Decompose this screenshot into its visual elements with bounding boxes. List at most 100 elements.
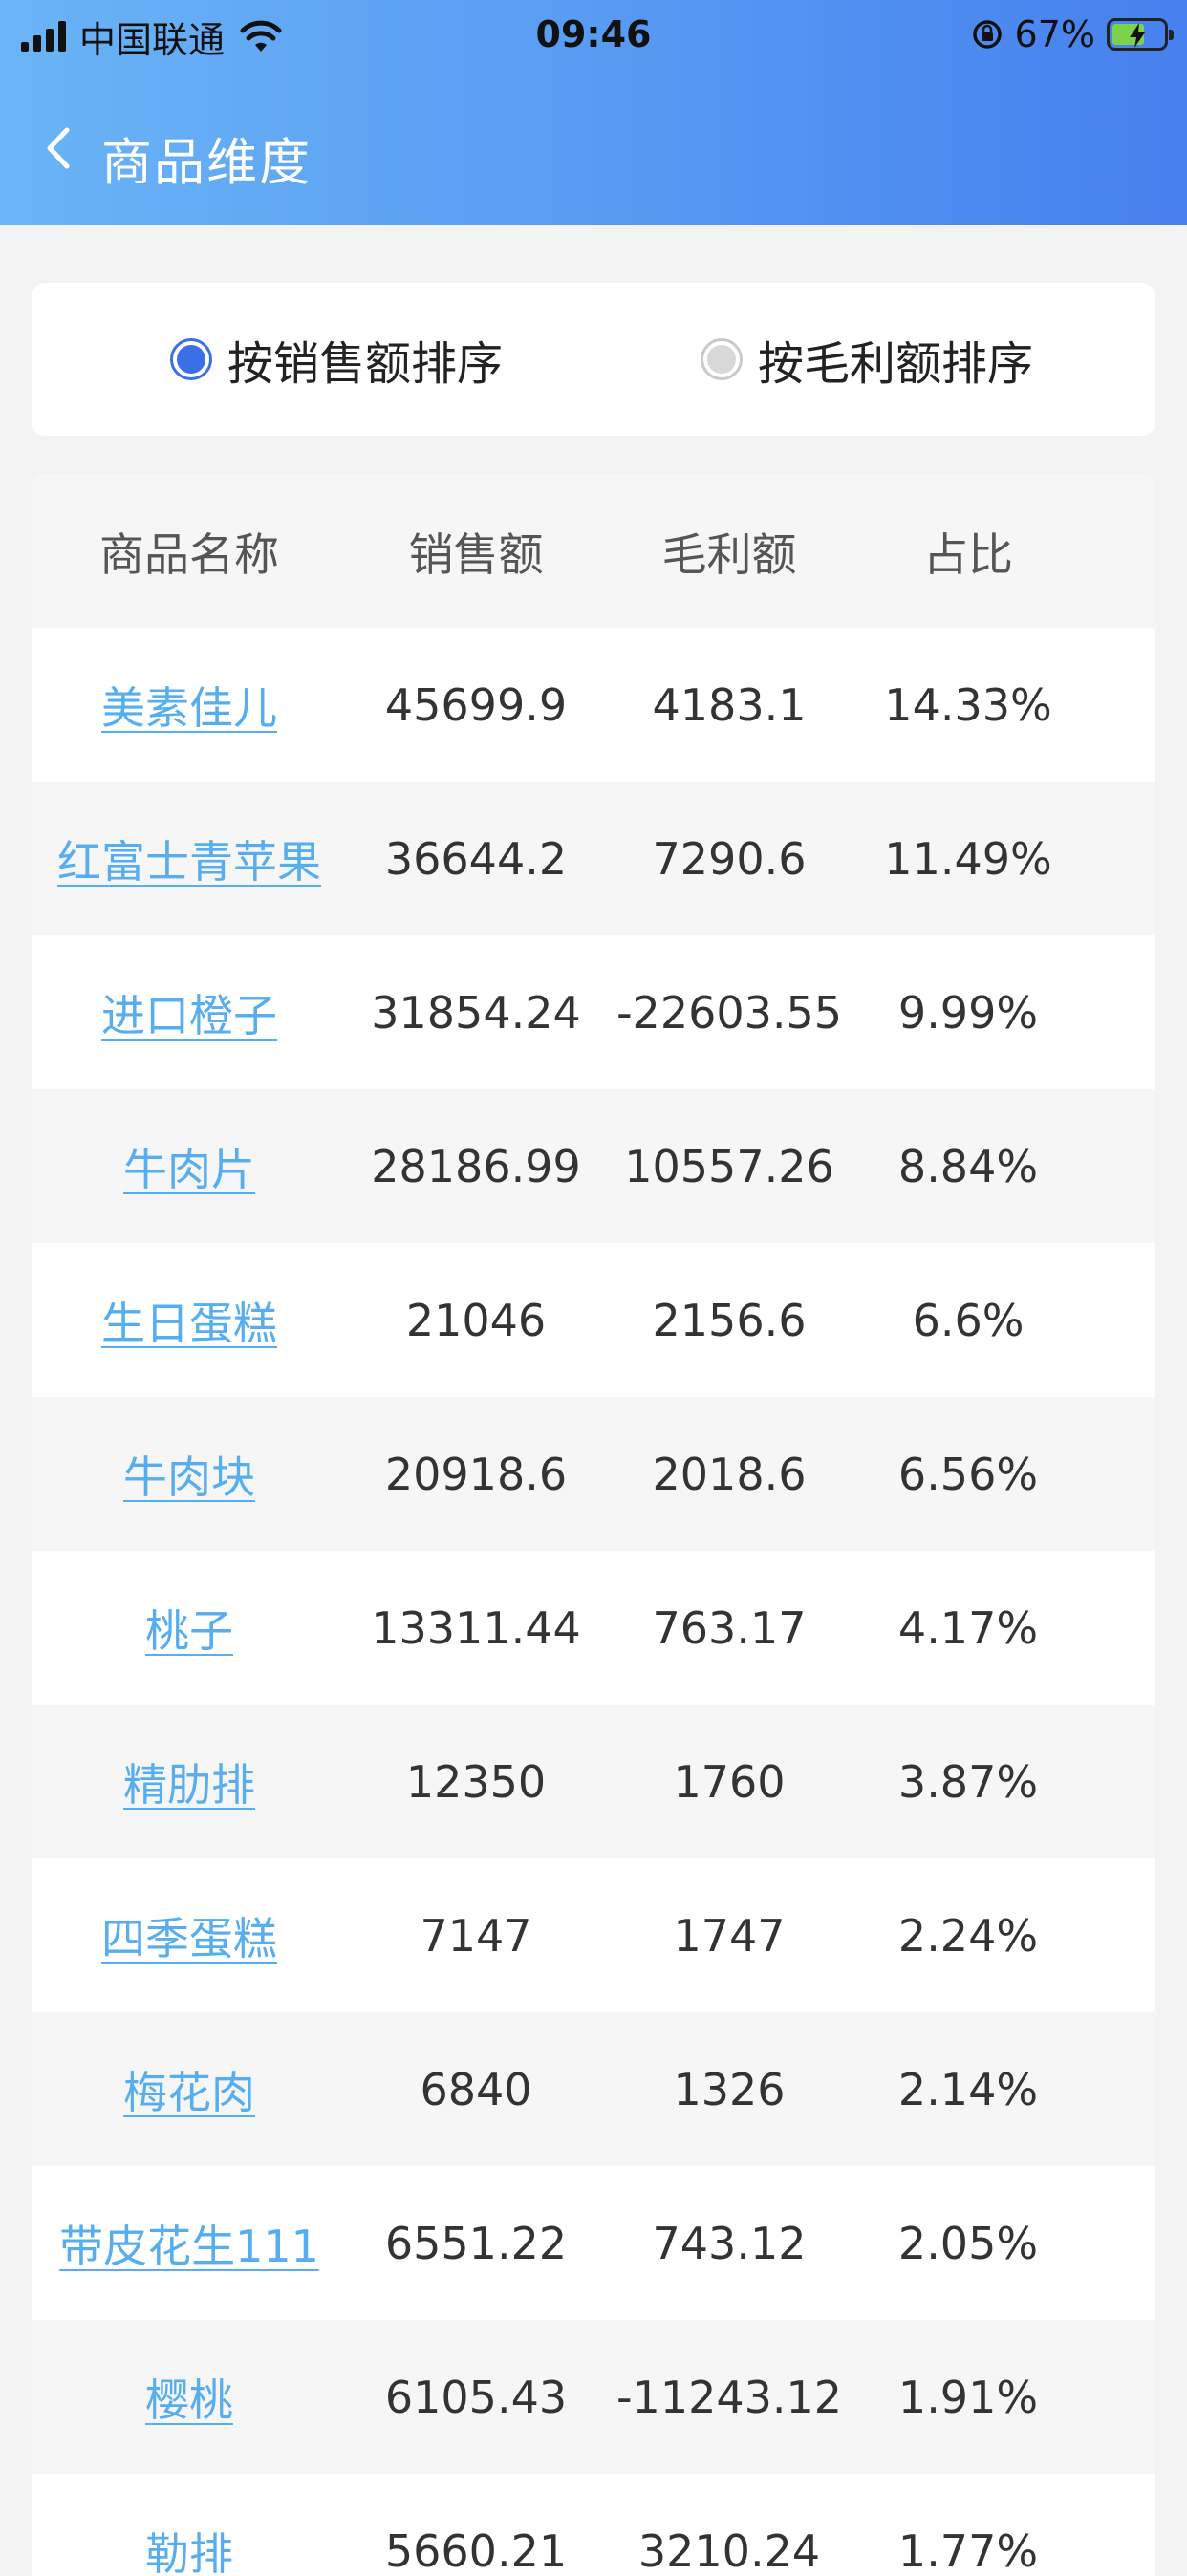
- product-name-link[interactable]: 美素佳儿: [101, 674, 277, 737]
- table-row: 桃子13311.44763.174.17%: [32, 1551, 1155, 1705]
- product-name-cell: 四季蛋糕: [32, 1858, 347, 2012]
- product-name-link[interactable]: 进口橙子: [101, 981, 277, 1044]
- profit-cell: 7290.6: [605, 782, 853, 935]
- battery-icon: [1107, 18, 1168, 51]
- profit-cell: 1326: [605, 2012, 853, 2166]
- profit-value: 1760: [673, 1756, 785, 1808]
- sales-value: 13311.44: [371, 1602, 581, 1654]
- product-name-cell: 桃子: [32, 1551, 347, 1705]
- product-name-link[interactable]: 牛肉片: [123, 1135, 255, 1198]
- sales-cell: 6840: [347, 2012, 605, 2166]
- ratio-value: 1.91%: [898, 2372, 1038, 2423]
- product-name-link[interactable]: 四季蛋糕: [101, 1904, 277, 1967]
- ratio-value: 3.87%: [898, 1756, 1038, 1808]
- sort-by-sales-label: 按销售额排序: [227, 326, 503, 393]
- sales-cell: 20918.6: [347, 1397, 605, 1551]
- product-name-link[interactable]: 红富士青苹果: [57, 827, 321, 891]
- ratio-cell: 1.91%: [853, 2320, 1083, 2474]
- sales-cell: 5660.21: [347, 2474, 605, 2576]
- sales-value: 36644.2: [385, 833, 567, 885]
- profit-value: 2156.6: [653, 1295, 807, 1346]
- sales-value: 21046: [406, 1295, 546, 1346]
- page-title: 商品维度: [101, 122, 312, 195]
- ratio-cell: 1.77%: [853, 2474, 1083, 2576]
- profit-value: 2018.6: [653, 1449, 807, 1500]
- ratio-value: 4.17%: [898, 1602, 1038, 1654]
- product-name-link[interactable]: 梅花肉: [123, 2058, 255, 2121]
- ratio-cell: 2.14%: [853, 2012, 1083, 2166]
- product-name-link[interactable]: 桃子: [145, 1597, 233, 1660]
- product-name-cell: 带皮花生111: [32, 2166, 347, 2320]
- orientation-lock-icon: [971, 18, 1004, 51]
- product-name-cell: 进口橙子: [32, 935, 347, 1089]
- sales-value: 6105.43: [385, 2372, 567, 2423]
- product-name-link[interactable]: 牛肉块: [123, 1443, 255, 1506]
- profit-value: -22603.55: [616, 987, 842, 1039]
- sales-value: 6840: [420, 2064, 531, 2115]
- table-row: 四季蛋糕714717472.24%: [32, 1858, 1155, 2012]
- table-row: 美素佳儿45699.94183.114.33%: [32, 628, 1155, 782]
- product-name-cell: 红富士青苹果: [32, 782, 347, 935]
- table-row: 精肋排 12350 1760 3.87%: [32, 1705, 1155, 1858]
- ratio-cell: 14.33%: [853, 628, 1083, 782]
- sales-cell: 6551.22: [347, 2166, 605, 2320]
- ratio-value: 6.56%: [898, 1449, 1038, 1500]
- sales-value: 45699.9: [385, 679, 567, 731]
- profit-cell: 10557.26: [605, 1089, 853, 1243]
- ratio-value: 9.99%: [898, 987, 1038, 1039]
- product-name-link[interactable]: 勒排: [145, 2520, 233, 2576]
- product-name-cell: 梅花肉: [32, 2012, 347, 2166]
- ratio-value: 2.14%: [898, 2064, 1038, 2115]
- radio-selected-icon[interactable]: [170, 338, 212, 380]
- product-name-cell: 樱桃: [32, 2320, 347, 2474]
- profit-cell: 3210.24: [605, 2474, 853, 2576]
- sales-cell: 13311.44: [347, 1551, 605, 1705]
- header-ratio: 占比: [853, 474, 1083, 628]
- nav-bar: 商品维度: [0, 96, 1187, 201]
- ratio-cell: 8.84%: [853, 1089, 1083, 1243]
- profit-cell: -11243.12: [605, 2320, 853, 2474]
- back-chevron-icon[interactable]: [36, 124, 84, 172]
- profit-value: 1326: [673, 2064, 785, 2115]
- table-row: 梅花肉 6840 1326 2.14%: [32, 2012, 1155, 2166]
- ratio-value: 14.33%: [884, 679, 1051, 731]
- header-sales: 销售额: [347, 474, 605, 628]
- charging-bolt-icon: [1127, 23, 1148, 48]
- sales-value: 6551.22: [385, 2218, 567, 2269]
- ratio-value: 6.6%: [913, 1295, 1025, 1346]
- ratio-value: 2.05%: [898, 2218, 1038, 2269]
- product-name-link[interactable]: 带皮花生111: [59, 2212, 319, 2275]
- profit-value: 7290.6: [653, 833, 807, 885]
- ratio-cell: 6.56%: [853, 1397, 1083, 1551]
- product-name-link[interactable]: 生日蛋糕: [101, 1289, 277, 1352]
- sales-value: 12350: [406, 1756, 546, 1808]
- product-name-cell: 精肋排: [32, 1705, 347, 1858]
- product-name-cell: 牛肉片: [32, 1089, 347, 1243]
- product-name-cell: 牛肉块: [32, 1397, 347, 1551]
- sales-value: 20918.6: [385, 1449, 567, 1500]
- product-name-link[interactable]: 精肋排: [123, 1750, 255, 1814]
- sort-options-card: 按销售额排序 按毛利额排序: [32, 283, 1155, 436]
- sales-cell: 6105.43: [347, 2320, 605, 2474]
- sales-cell: 12350: [347, 1705, 605, 1858]
- header-profit: 毛利额: [605, 474, 853, 628]
- table-row: 牛肉块 20918.6 2018.6 6.56%: [32, 1397, 1155, 1551]
- sales-cell: 21046: [347, 1243, 605, 1397]
- radio-unselected-icon[interactable]: [701, 338, 743, 380]
- table-row: 带皮花生111 6551.22 743.12 2.05%: [32, 2166, 1155, 2320]
- ratio-cell: 3.87%: [853, 1705, 1083, 1858]
- product-name-cell: 美素佳儿: [32, 628, 347, 782]
- sales-value: 28186.99: [371, 1141, 581, 1192]
- sort-by-sales-option[interactable]: 按销售额排序: [170, 331, 503, 388]
- product-name-link[interactable]: 樱桃: [145, 2366, 233, 2429]
- profit-value: 1747: [673, 1910, 785, 1962]
- product-table: 商品名称 销售额 毛利额 占比 美素佳儿45699.94183.114.33%红…: [32, 474, 1155, 2576]
- table-row: 牛肉片 28186.99 10557.26 8.84%: [32, 1089, 1155, 1243]
- ratio-value: 11.49%: [884, 833, 1051, 885]
- ratio-value: 8.84%: [898, 1141, 1038, 1192]
- header-product-name: 商品名称: [32, 474, 347, 628]
- product-name-cell: 勒排: [32, 2474, 347, 2576]
- sort-by-profit-option[interactable]: 按毛利额排序: [701, 331, 1033, 388]
- profit-value: 10557.26: [624, 1141, 834, 1192]
- profit-value: 743.12: [653, 2218, 807, 2269]
